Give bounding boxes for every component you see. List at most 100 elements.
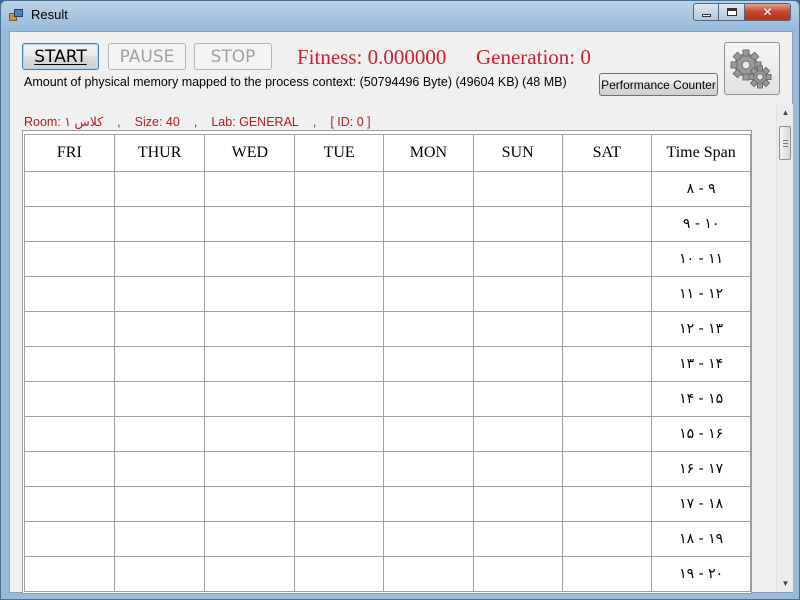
schedule-cell[interactable] — [294, 521, 384, 557]
settings-button[interactable] — [724, 42, 780, 95]
schedule-cell[interactable] — [382, 416, 474, 452]
time-span-cell[interactable]: ۱۴ - ۱۵ — [651, 381, 751, 417]
minimize-button[interactable] — [693, 3, 719, 21]
schedule-cell[interactable] — [294, 241, 384, 277]
schedule-cell[interactable] — [561, 451, 653, 487]
schedule-cell[interactable] — [204, 416, 296, 452]
maximize-button[interactable] — [719, 3, 745, 21]
schedule-cell[interactable] — [113, 486, 206, 522]
time-span-cell[interactable]: ۱۲ - ۱۳ — [651, 311, 751, 347]
schedule-cell[interactable] — [113, 276, 206, 312]
schedule-cell[interactable] — [24, 206, 115, 242]
schedule-cell[interactable] — [204, 521, 296, 557]
schedule-cell[interactable] — [24, 556, 115, 592]
schedule-cell[interactable] — [204, 171, 296, 207]
schedule-cell[interactable] — [294, 381, 384, 417]
column-header-mon[interactable]: MON — [382, 134, 474, 172]
schedule-cell[interactable] — [472, 486, 563, 522]
schedule-cell[interactable] — [294, 171, 384, 207]
schedule-cell[interactable] — [382, 381, 474, 417]
schedule-cell[interactable] — [24, 311, 115, 347]
vertical-scrollbar[interactable]: ▲ ▼ — [776, 104, 793, 592]
schedule-cell[interactable] — [561, 381, 653, 417]
schedule-cell[interactable] — [113, 206, 206, 242]
pause-button[interactable]: PAUSE — [108, 43, 186, 70]
schedule-cell[interactable] — [113, 311, 206, 347]
schedule-cell[interactable] — [24, 346, 115, 382]
schedule-cell[interactable] — [204, 241, 296, 277]
scroll-up-arrow-icon[interactable]: ▲ — [777, 104, 794, 121]
schedule-cell[interactable] — [472, 311, 563, 347]
schedule-cell[interactable] — [24, 381, 115, 417]
schedule-cell[interactable] — [472, 171, 563, 207]
schedule-cell[interactable] — [113, 521, 206, 557]
stop-button[interactable]: STOP — [194, 43, 272, 70]
time-span-cell[interactable]: ۱۷ - ۱۸ — [651, 486, 751, 522]
schedule-cell[interactable] — [382, 311, 474, 347]
schedule-cell[interactable] — [113, 241, 206, 277]
time-span-cell[interactable]: ۱۹ - ۲۰ — [651, 556, 751, 592]
schedule-cell[interactable] — [294, 311, 384, 347]
schedule-cell[interactable] — [113, 171, 206, 207]
schedule-cell[interactable] — [382, 486, 474, 522]
schedule-cell[interactable] — [24, 521, 115, 557]
schedule-cell[interactable] — [382, 206, 474, 242]
schedule-cell[interactable] — [561, 171, 653, 207]
schedule-cell[interactable] — [294, 451, 384, 487]
schedule-cell[interactable] — [472, 276, 563, 312]
schedule-cell[interactable] — [204, 276, 296, 312]
schedule-cell[interactable] — [472, 556, 563, 592]
schedule-cell[interactable] — [472, 451, 563, 487]
schedule-cell[interactable] — [561, 486, 653, 522]
schedule-cell[interactable] — [561, 556, 653, 592]
schedule-cell[interactable] — [204, 206, 296, 242]
time-span-cell[interactable]: ۹ - ۱۰ — [651, 206, 751, 242]
schedule-cell[interactable] — [472, 521, 563, 557]
schedule-cell[interactable] — [24, 416, 115, 452]
schedule-cell[interactable] — [113, 556, 206, 592]
title-bar[interactable]: Result ✕ — [1, 1, 799, 29]
column-header-thur[interactable]: THUR — [113, 134, 206, 172]
schedule-cell[interactable] — [113, 451, 206, 487]
schedule-cell[interactable] — [204, 311, 296, 347]
schedule-cell[interactable] — [24, 276, 115, 312]
schedule-cell[interactable] — [24, 486, 115, 522]
schedule-cell[interactable] — [113, 416, 206, 452]
time-span-cell[interactable]: ۱۶ - ۱۷ — [651, 451, 751, 487]
schedule-cell[interactable] — [294, 206, 384, 242]
schedule-cell[interactable] — [561, 346, 653, 382]
schedule-cell[interactable] — [204, 556, 296, 592]
schedule-cell[interactable] — [294, 486, 384, 522]
schedule-cell[interactable] — [472, 346, 563, 382]
schedule-cell[interactable] — [561, 241, 653, 277]
schedule-cell[interactable] — [294, 416, 384, 452]
schedule-cell[interactable] — [204, 346, 296, 382]
column-header-tue[interactable]: TUE — [294, 134, 384, 172]
schedule-cell[interactable] — [561, 206, 653, 242]
column-header-sat[interactable]: SAT — [561, 134, 653, 172]
time-span-cell[interactable]: ۱۱ - ۱۲ — [651, 276, 751, 312]
time-span-cell[interactable]: ۱۰ - ۱۱ — [651, 241, 751, 277]
column-header-sun[interactable]: SUN — [472, 134, 563, 172]
schedule-cell[interactable] — [382, 346, 474, 382]
schedule-cell[interactable] — [382, 171, 474, 207]
close-button[interactable]: ✕ — [745, 3, 791, 21]
schedule-cell[interactable] — [204, 486, 296, 522]
schedule-cell[interactable] — [382, 241, 474, 277]
schedule-grid[interactable]: FRI THUR WED TUE MON SUN SAT Time Span ۸… — [22, 130, 752, 594]
schedule-cell[interactable] — [472, 241, 563, 277]
schedule-cell[interactable] — [113, 346, 206, 382]
column-header-fri[interactable]: FRI — [24, 134, 115, 172]
schedule-cell[interactable] — [24, 451, 115, 487]
schedule-cell[interactable] — [561, 276, 653, 312]
scroll-down-arrow-icon[interactable]: ▼ — [777, 575, 794, 592]
performance-counter-button[interactable]: Performance Counter — [599, 73, 718, 96]
column-header-wed[interactable]: WED — [204, 134, 296, 172]
schedule-cell[interactable] — [382, 521, 474, 557]
schedule-cell[interactable] — [294, 346, 384, 382]
schedule-cell[interactable] — [294, 556, 384, 592]
schedule-cell[interactable] — [561, 416, 653, 452]
schedule-cell[interactable] — [472, 206, 563, 242]
schedule-cell[interactable] — [561, 311, 653, 347]
time-span-cell[interactable]: ۱۸ - ۱۹ — [651, 521, 751, 557]
